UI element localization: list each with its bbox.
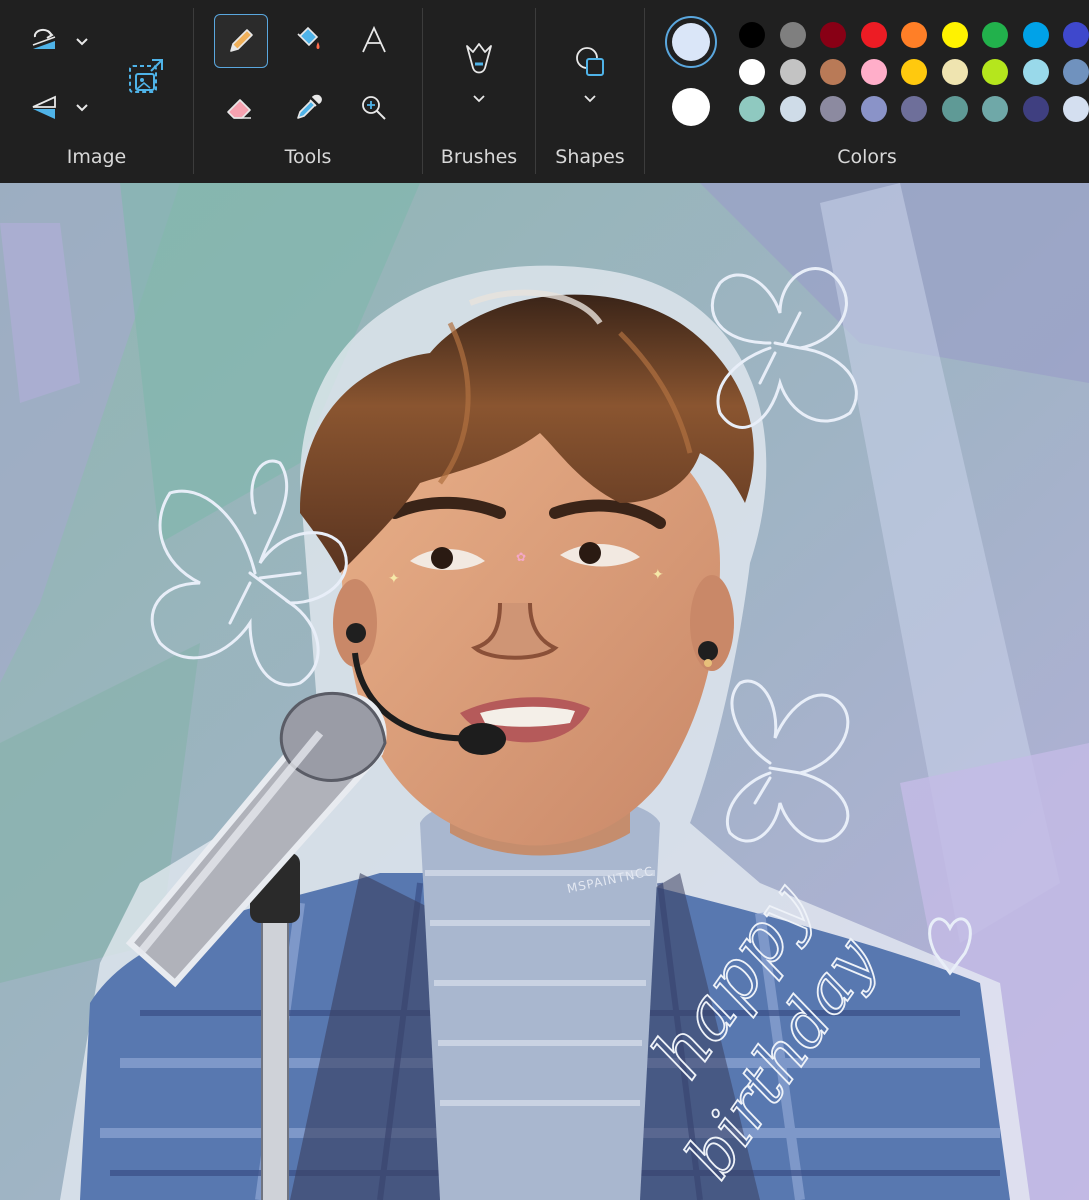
color-swatch[interactable] bbox=[820, 96, 846, 122]
secondary-color-swatch[interactable] bbox=[672, 88, 710, 126]
magnifier-icon bbox=[362, 96, 386, 120]
resize-icon bbox=[129, 59, 163, 93]
color-swatch[interactable] bbox=[901, 96, 927, 122]
flower-icon: ✿ bbox=[516, 550, 526, 564]
brushes-button[interactable] bbox=[453, 36, 505, 116]
color-swatch[interactable] bbox=[941, 22, 968, 48]
color-swatch[interactable] bbox=[860, 22, 887, 48]
star-icon: ✦ bbox=[388, 571, 400, 587]
rotate-button[interactable] bbox=[20, 22, 92, 60]
chevron-down-icon bbox=[76, 104, 88, 112]
text-icon bbox=[362, 25, 386, 53]
color-swatch[interactable] bbox=[982, 22, 1008, 48]
tools-group: Tools bbox=[194, 0, 422, 183]
color-swatch[interactable] bbox=[982, 59, 1008, 85]
color-swatch[interactable] bbox=[941, 96, 968, 122]
chevron-down-icon bbox=[473, 95, 485, 103]
image-group: Image bbox=[0, 0, 193, 183]
color-swatch[interactable] bbox=[1063, 96, 1089, 122]
rotate-icon bbox=[32, 28, 88, 49]
eraser-icon bbox=[227, 99, 251, 119]
chevron-down-icon bbox=[76, 38, 88, 46]
flip-button[interactable] bbox=[20, 88, 92, 126]
shapes-button[interactable] bbox=[564, 36, 616, 116]
color-swatch[interactable] bbox=[1022, 96, 1049, 122]
color-swatch[interactable] bbox=[739, 22, 765, 48]
color-picker-tool-button[interactable] bbox=[286, 86, 330, 130]
pencil-tool-button[interactable] bbox=[214, 14, 268, 68]
color-swatch[interactable] bbox=[941, 59, 968, 85]
color-swatch[interactable] bbox=[901, 59, 927, 85]
colors-group: Colors bbox=[645, 0, 1089, 183]
color-swatch[interactable] bbox=[739, 96, 765, 122]
pencil-icon bbox=[230, 29, 253, 52]
artwork-illustration: ✦ ✦ ✿ MSPAINTNCC happy birthday bbox=[0, 183, 1089, 1200]
chevron-down-icon bbox=[584, 95, 596, 103]
brushes-group-label: Brushes bbox=[440, 146, 518, 168]
color-swatch[interactable] bbox=[860, 59, 887, 85]
brush-icon bbox=[466, 43, 492, 103]
color-swatch[interactable] bbox=[739, 59, 765, 85]
resize-button[interactable] bbox=[120, 52, 172, 100]
primary-color-selector[interactable] bbox=[665, 16, 717, 68]
primary-color-swatch bbox=[672, 23, 710, 61]
text-tool-button[interactable] bbox=[352, 18, 396, 62]
drawing-canvas[interactable]: ✦ ✦ ✿ MSPAINTNCC happy birthday bbox=[0, 183, 1089, 1200]
color-swatch[interactable] bbox=[1063, 22, 1089, 48]
color-swatch[interactable] bbox=[779, 59, 806, 85]
color-swatch[interactable] bbox=[779, 22, 806, 48]
eraser-tool-button[interactable] bbox=[218, 86, 262, 130]
image-group-label: Image bbox=[66, 146, 127, 168]
color-swatch[interactable] bbox=[820, 59, 846, 85]
color-swatch[interactable] bbox=[901, 22, 927, 48]
color-swatch[interactable] bbox=[982, 96, 1008, 122]
fill-bucket-icon bbox=[297, 26, 320, 49]
color-swatch[interactable] bbox=[1022, 22, 1049, 48]
fill-tool-button[interactable] bbox=[286, 18, 330, 62]
color-swatch[interactable] bbox=[1063, 59, 1089, 85]
color-swatch[interactable] bbox=[860, 96, 887, 122]
shapes-icon bbox=[576, 47, 604, 103]
color-swatch[interactable] bbox=[779, 96, 806, 122]
magnifier-tool-button[interactable] bbox=[352, 86, 396, 130]
color-swatch[interactable] bbox=[1022, 59, 1049, 85]
shapes-group-label: Shapes bbox=[555, 146, 625, 168]
ribbon-toolbar: Image Tools Brushes Shapes Colors bbox=[0, 0, 1089, 183]
shapes-group: Shapes bbox=[536, 0, 644, 183]
brushes-group: Brushes bbox=[423, 0, 535, 183]
color-swatch[interactable] bbox=[820, 22, 846, 48]
colors-group-label: Colors bbox=[837, 146, 897, 168]
star-icon: ✦ bbox=[652, 567, 664, 583]
flip-icon bbox=[32, 95, 88, 119]
tools-group-label: Tools bbox=[284, 146, 332, 168]
eyedropper-icon bbox=[297, 94, 322, 119]
